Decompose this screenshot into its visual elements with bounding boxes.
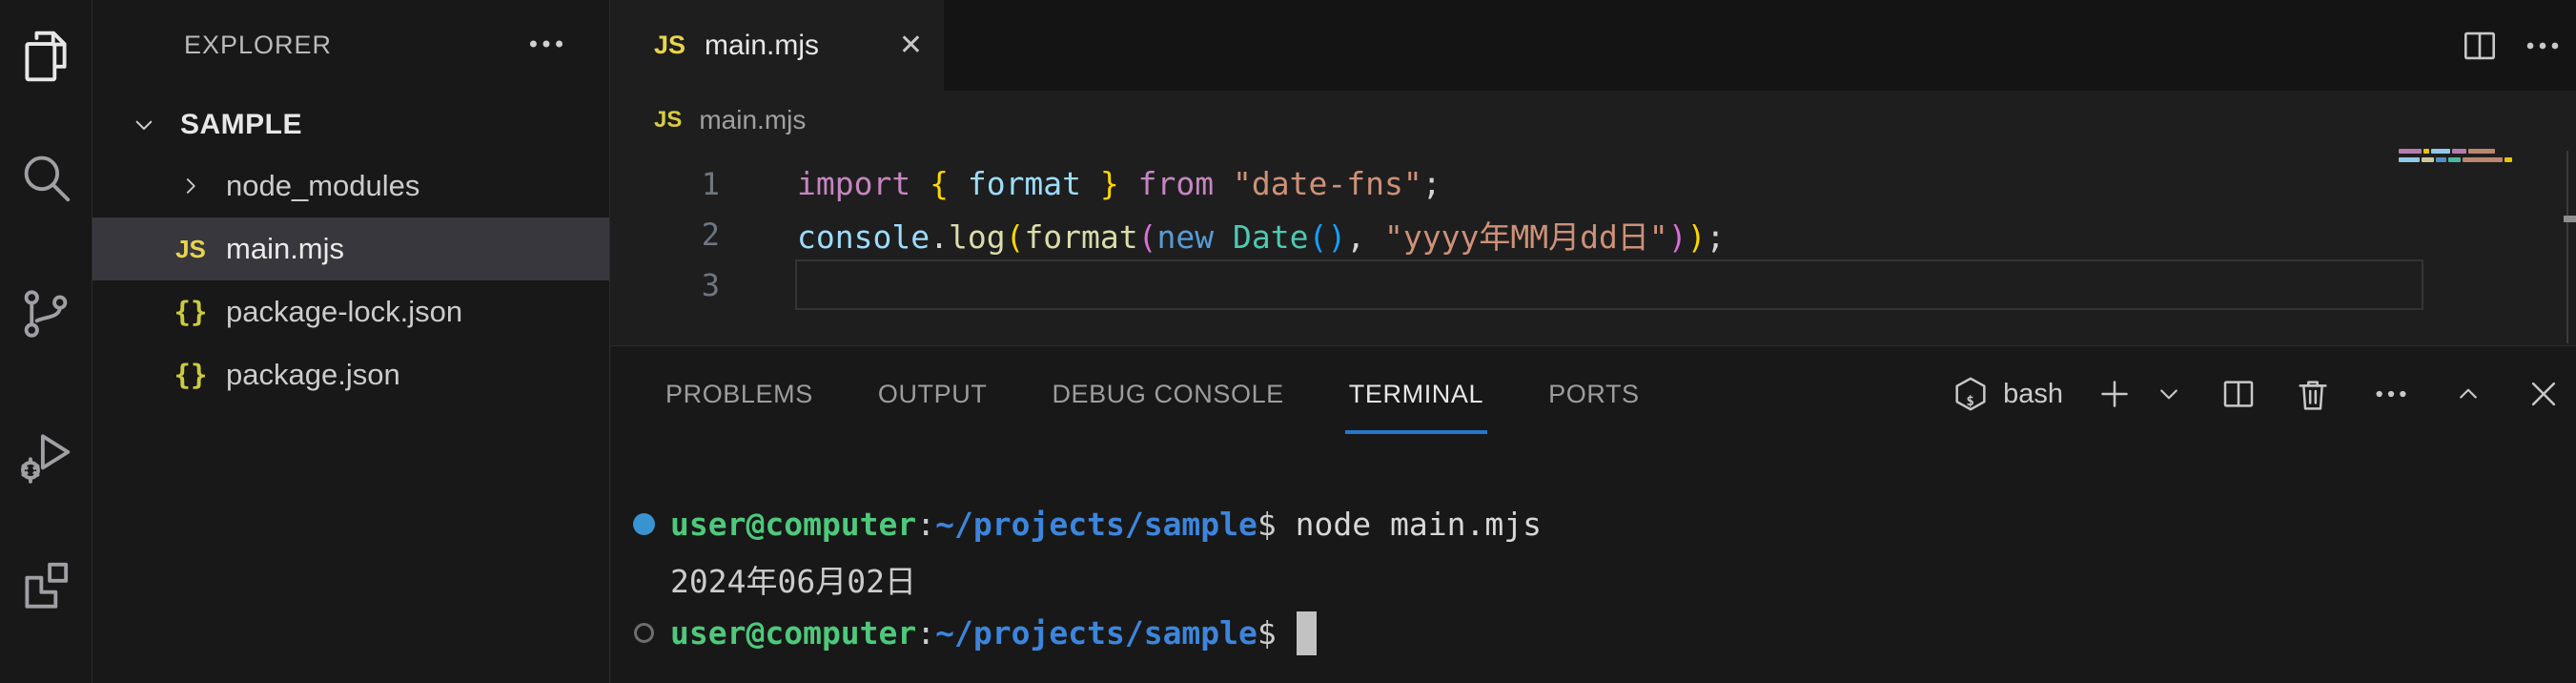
- chevron-right-icon: [173, 172, 209, 200]
- editor-group: JS main.mjs ✕ JS main.mjs 1import { form…: [611, 0, 2576, 345]
- chevron-up-icon[interactable]: [2452, 378, 2484, 410]
- file-list: node_modules JS main.mjs {} package-lock.jso…: [92, 155, 609, 406]
- search-activity-button[interactable]: [0, 148, 92, 207]
- code-area[interactable]: 1import { format } from "date-fns";2cons…: [611, 158, 2576, 310]
- folder-section-header[interactable]: SAMPLE: [92, 95, 609, 155]
- panel-tab-debug-console[interactable]: DEBUG CONSOLE: [1052, 346, 1283, 442]
- minimap-line: [2399, 149, 2527, 154]
- activity-bar: [0, 0, 92, 683]
- vscode-window: EXPLORER SAMPLE node_modules JS main.mjs {}…: [0, 0, 2576, 683]
- terminal-shell-label[interactable]: bash: [2003, 379, 2063, 410]
- terminal-line-1: user@computer:~/projects/sample$ node ma…: [611, 497, 1542, 551]
- tab-label: main.mjs: [705, 30, 819, 62]
- file-name: main.mjs: [226, 232, 344, 266]
- terminal-text: :: [916, 506, 935, 543]
- terminal-text: $: [1257, 506, 1277, 543]
- svg-text:$: $: [1966, 394, 1974, 409]
- trash-icon[interactable]: [2294, 375, 2332, 413]
- terminal-line-2: 2024年06月02日: [611, 551, 1542, 606]
- current-line-highlight: [795, 259, 2423, 310]
- run-debug-icon: [16, 427, 75, 486]
- file-name: package-lock.json: [226, 295, 462, 329]
- tab-bar: JS main.mjs ✕: [611, 0, 2576, 91]
- file-row-main-mjs[interactable]: JS main.mjs: [92, 217, 609, 280]
- overview-ruler: [2566, 151, 2568, 343]
- editor-actions: [2460, 0, 2576, 91]
- files-icon: [16, 27, 75, 86]
- minimap-line: [2399, 157, 2527, 162]
- close-icon[interactable]: [2525, 375, 2563, 413]
- terminal-text: node main.mjs: [1277, 506, 1542, 543]
- chevron-down-icon[interactable]: [2153, 378, 2185, 410]
- breadcrumb-file-label: main.mjs: [699, 105, 806, 135]
- source-control-icon: [16, 284, 75, 343]
- split-editor-icon[interactable]: [2460, 26, 2500, 66]
- bash-icon[interactable]: $: [1952, 375, 1990, 413]
- search-icon: [16, 148, 75, 207]
- code-line-2[interactable]: 2console.log(format(new Date(), "yyyy年MM…: [611, 209, 2576, 259]
- panel-tab-terminal[interactable]: TERMINAL: [1349, 346, 1483, 442]
- prompt-decoration-icon[interactable]: [634, 623, 654, 643]
- terminal[interactable]: user@computer:~/projects/sample$ node ma…: [611, 497, 1542, 660]
- terminal-text: :: [916, 614, 935, 652]
- terminal-line-3: user@computer:~/projects/sample$: [611, 606, 1542, 660]
- file-row-node-modules[interactable]: node_modules: [92, 155, 609, 217]
- javascript-file-icon: JS: [173, 235, 209, 264]
- split-terminal-icon[interactable]: [2219, 375, 2258, 413]
- breadcrumb[interactable]: JS main.mjs: [611, 91, 806, 150]
- explorer-activity-button[interactable]: [0, 27, 92, 86]
- terminal-cursor: [1297, 611, 1317, 655]
- minimap[interactable]: [2399, 149, 2527, 166]
- javascript-file-icon: JS: [654, 107, 682, 134]
- file-row-package-lock-json[interactable]: {} package-lock.json: [92, 280, 609, 343]
- file-row-package-json[interactable]: {} package.json: [92, 343, 609, 406]
- panel-tabs: PROBLEMS OUTPUT DEBUG CONSOLE TERMINAL PORTS: [611, 346, 1640, 442]
- line-number: 2: [611, 217, 720, 253]
- line-number: 3: [611, 267, 720, 303]
- file-name: package.json: [226, 358, 400, 392]
- terminal-text: ~/projects/sample: [935, 506, 1257, 543]
- line-number: 1: [611, 166, 720, 202]
- explorer-more-actions-icon[interactable]: [520, 23, 573, 65]
- javascript-file-icon: JS: [654, 31, 685, 60]
- file-name: node_modules: [226, 169, 419, 203]
- explorer-title: EXPLORER: [184, 31, 332, 60]
- terminal-text: ~/projects/sample: [935, 614, 1257, 652]
- json-file-icon: {}: [173, 296, 209, 328]
- tab-main-mjs[interactable]: JS main.mjs ✕: [611, 0, 944, 91]
- bottom-panel: PROBLEMS OUTPUT DEBUG CONSOLE TERMINAL PORTS…: [611, 345, 2576, 683]
- ellipsis-icon[interactable]: [2372, 375, 2410, 413]
- overview-ruler-cursor-marker: [2564, 216, 2576, 222]
- panel-tab-output[interactable]: OUTPUT: [878, 346, 988, 442]
- run-debug-activity-button[interactable]: [0, 427, 92, 486]
- extensions-activity-button[interactable]: [0, 556, 92, 615]
- terminal-text: 2024年06月02日: [670, 556, 916, 602]
- code-line-1[interactable]: 1import { format } from "date-fns";: [611, 158, 2576, 209]
- panel-tab-problems[interactable]: PROBLEMS: [665, 346, 813, 442]
- json-file-icon: {}: [173, 359, 209, 391]
- extensions-icon: [16, 556, 75, 615]
- plus-icon[interactable]: [2096, 375, 2134, 413]
- panel-tab-ports[interactable]: PORTS: [1548, 346, 1640, 442]
- terminal-text: $: [1257, 614, 1296, 652]
- panel-header: PROBLEMS OUTPUT DEBUG CONSOLE TERMINAL PORTS…: [611, 346, 2576, 442]
- close-tab-icon[interactable]: ✕: [899, 31, 923, 60]
- explorer-sidebar: EXPLORER SAMPLE node_modules JS main.mjs {}…: [92, 0, 610, 683]
- more-actions-icon[interactable]: [2523, 26, 2563, 66]
- command-decoration-icon[interactable]: [633, 513, 655, 535]
- folder-section-label: SAMPLE: [180, 109, 302, 141]
- terminal-text: user@computer: [670, 506, 916, 543]
- terminal-text: user@computer: [670, 614, 916, 652]
- code-text: console.log(format(new Date(), "yyyy年MM月…: [720, 212, 1725, 258]
- code-text: import { format } from "date-fns";: [720, 165, 1441, 202]
- source-control-activity-button[interactable]: [0, 284, 92, 343]
- panel-actions: $ bash: [1952, 375, 2576, 413]
- chevron-down-icon: [129, 110, 159, 140]
